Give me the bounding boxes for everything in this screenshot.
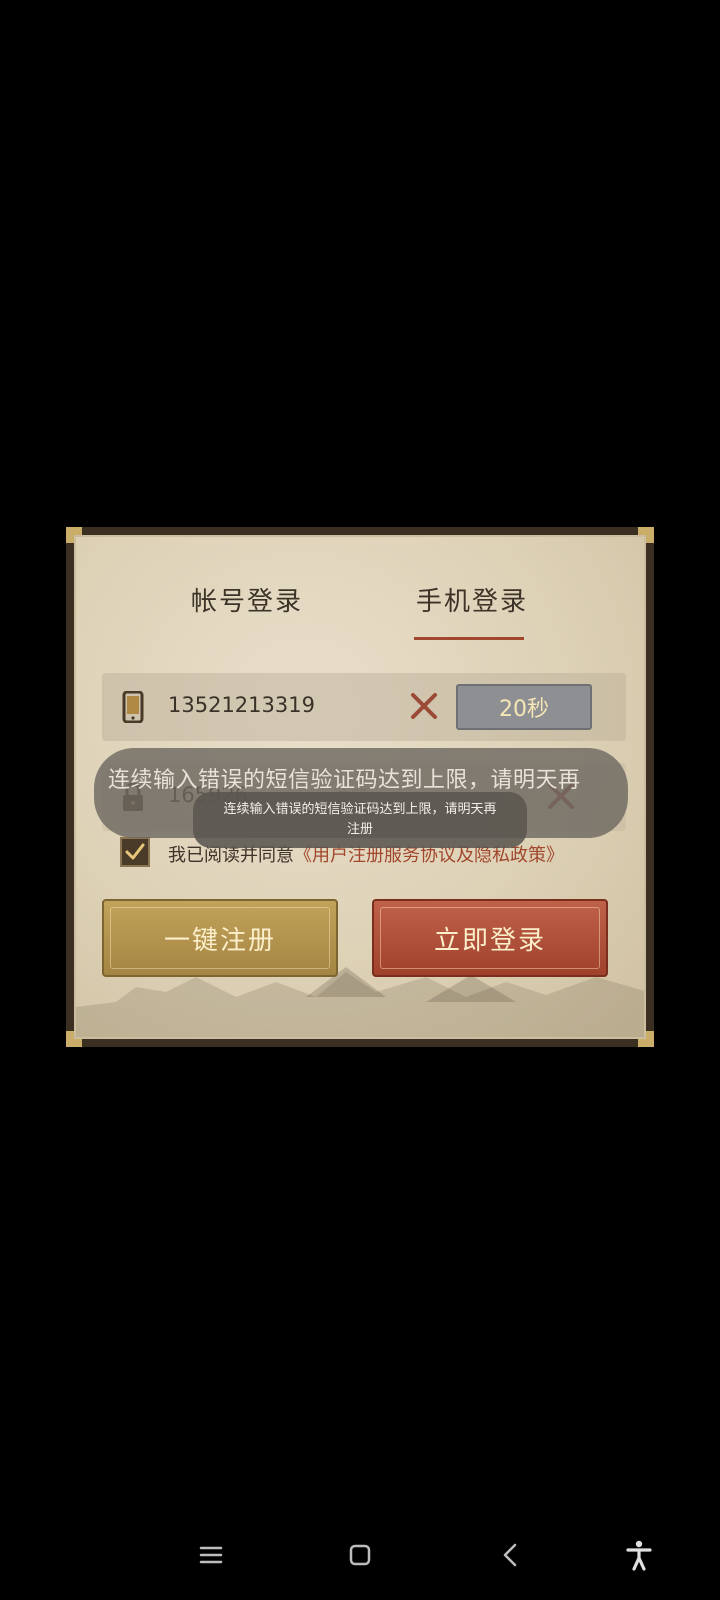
checkmark-icon [125,843,145,860]
back-icon[interactable] [494,1538,528,1572]
close-icon[interactable] [407,689,441,723]
screen: 帐号登录 手机登录 13521213319 20秒 我已阅读并同意《用户注册服务… [0,0,720,1600]
home-icon[interactable] [343,1538,377,1572]
login-button-label: 立即登录 [433,925,546,956]
error-toast-small: 连续输入错误的短信验证码达到上限，请明天再 注册 [193,792,527,848]
one-click-register-button[interactable]: 一键注册 [102,899,338,977]
tab-account-login[interactable]: 帐号登录 [191,581,303,618]
error-toast-line1: 连续输入错误的短信验证码达到上限，请明天再 [223,802,497,817]
login-tabs: 帐号登录 手机登录 [76,581,644,641]
menu-icon[interactable] [194,1538,228,1572]
agreement-prefix: 我已阅读并同意 [168,845,294,866]
agreement-checkbox[interactable] [120,837,150,867]
agreement-link[interactable]: 《用户注册服务协议及隐私政策》 [294,845,564,866]
error-toast-line2: 注册 [346,822,373,837]
phone-number-field[interactable]: 13521213319 20秒 [102,673,626,741]
get-code-countdown-button[interactable]: 20秒 [456,684,592,730]
login-now-button[interactable]: 立即登录 [372,899,608,977]
register-button-label: 一键注册 [163,925,276,956]
phone-number-value[interactable]: 13521213319 [168,693,315,717]
tab-phone-login[interactable]: 手机登录 [416,581,528,618]
active-tab-indicator [414,637,524,640]
phone-icon [122,691,144,723]
system-navigation-bar [0,1530,720,1580]
error-toast-large-text: 连续输入错误的短信验证码达到上限，请明天再 [108,768,581,793]
accessibility-icon[interactable] [622,1538,656,1572]
